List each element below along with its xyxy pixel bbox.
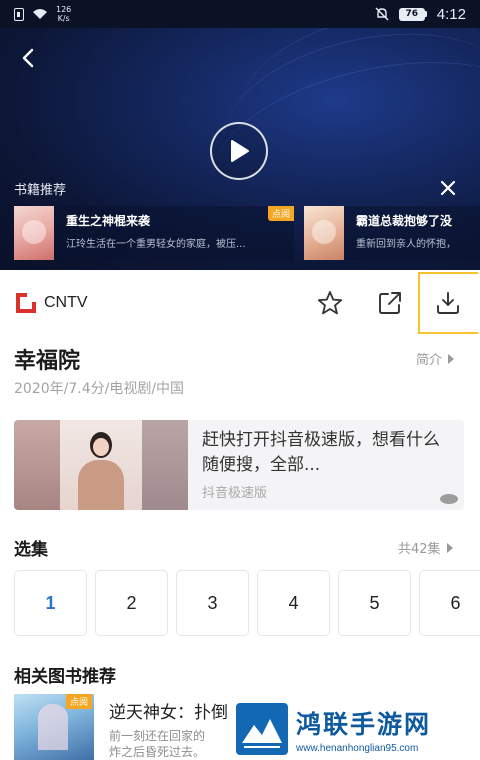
book-name: 霸道总裁抱够了没 <box>356 214 453 228</box>
book-description: 重新回到亲人的怀抱， <box>356 239 456 250</box>
download-button[interactable] <box>432 287 464 319</box>
battery-icon: 76 <box>398 7 427 21</box>
book-recommend-card[interactable]: 重生之神棍来袭 江玲生活在一个重男轻女的家庭，被压... 点阅 <box>14 206 294 260</box>
book-description-line: 前一刻还在回家的 <box>109 729 206 743</box>
close-icon <box>440 180 456 196</box>
book-recommend-card[interactable]: 霸道总裁抱够了没 重新回到亲人的怀抱， <box>304 206 480 260</box>
watermark-title: 鸿联手游网 <box>296 709 432 739</box>
read-badge: 点阅 <box>66 694 93 709</box>
star-icon <box>317 291 343 315</box>
wifi-icon <box>32 8 48 20</box>
share-icon <box>379 292 401 314</box>
caret-right-icon <box>446 542 453 553</box>
mute-bell-icon <box>375 7 389 21</box>
episode-button[interactable]: 5 <box>338 570 411 636</box>
episode-button[interactable]: 4 <box>257 570 330 636</box>
download-icon <box>437 292 459 314</box>
book-description: 前一刻还在回家的 炸之后昏死过去。 <box>109 728 205 760</box>
ad-text: 赶快打开抖音极速版，想看什么随便搜，全部... <box>202 430 440 475</box>
play-icon <box>231 140 249 162</box>
battery-level: 76 <box>398 7 425 21</box>
book-name: 逆天神女：扑倒 <box>109 703 228 723</box>
network-speed-value: 126 <box>56 5 72 14</box>
cntv-logo-icon <box>16 293 36 313</box>
ad-indicator-icon <box>440 494 458 504</box>
book-name: 重生之神棍来袭 <box>66 214 151 228</box>
play-button[interactable] <box>210 122 268 180</box>
book-description: 江玲生活在一个重男轻女的家庭，被压... <box>66 239 246 250</box>
clock: 4:12 <box>436 5 466 23</box>
episodes-header: 选集 <box>14 540 48 560</box>
ad-thumbnail <box>14 420 188 510</box>
caret-right-icon <box>448 353 455 364</box>
ad-source: 抖音极速版 <box>202 486 268 501</box>
intro-link[interactable]: 简介 <box>416 349 455 368</box>
book-recommend-list: 重生之神棍来袭 江玲生活在一个重男轻女的家庭，被压... 点阅 霸道总裁抱够了没… <box>0 206 480 262</box>
book-recommend-title: 书籍推荐 <box>14 183 67 198</box>
episode-button[interactable]: 3 <box>176 570 249 636</box>
source-row: CNTV <box>0 270 480 336</box>
site-watermark: 鸿联手游网 www.henanhonglian95.com <box>234 698 480 760</box>
chevron-left-icon <box>22 48 34 68</box>
episode-list: 1 2 3 4 5 6 <box>14 570 480 636</box>
book-description-line: 炸之后昏死过去。 <box>109 745 206 759</box>
network-speed-unit: K/s <box>57 14 70 23</box>
share-button[interactable] <box>374 287 406 319</box>
network-speed: 126 K/s <box>56 5 71 23</box>
show-meta: 2020年/7.4分/电视剧/中国 <box>14 381 185 397</box>
watermark-url: www.henanhonglian95.com <box>296 742 419 754</box>
favorite-button[interactable] <box>314 287 346 319</box>
close-recommend-button[interactable] <box>438 178 458 198</box>
watermark-logo-icon <box>236 703 288 755</box>
video-player[interactable]: 书籍推荐 重生之神棍来袭 江玲生活在一个重男轻女的家庭，被压... 点阅 霸道总… <box>0 28 480 270</box>
intro-label: 简介 <box>416 353 443 368</box>
episode-button[interactable]: 6 <box>419 570 480 636</box>
episodes-count: 共42集 <box>398 542 441 557</box>
sim-card-icon <box>14 7 24 21</box>
show-title: 幸福院 <box>14 349 81 374</box>
back-button[interactable] <box>14 44 42 72</box>
book-cover-image <box>14 206 54 260</box>
source-name[interactable]: CNTV <box>44 294 88 312</box>
status-bar: 126 K/s 76 4:12 <box>0 0 480 28</box>
book-cover-image <box>304 206 344 260</box>
episode-button[interactable]: 1 <box>14 570 87 636</box>
episodes-count-link[interactable]: 共42集 <box>398 538 453 557</box>
episode-button[interactable]: 2 <box>95 570 168 636</box>
read-badge: 点阅 <box>267 206 294 221</box>
ad-card[interactable]: 赶快打开抖音极速版，想看什么随便搜，全部... 抖音极速版 <box>14 420 464 510</box>
related-books-title: 相关图书推荐 <box>14 667 116 687</box>
